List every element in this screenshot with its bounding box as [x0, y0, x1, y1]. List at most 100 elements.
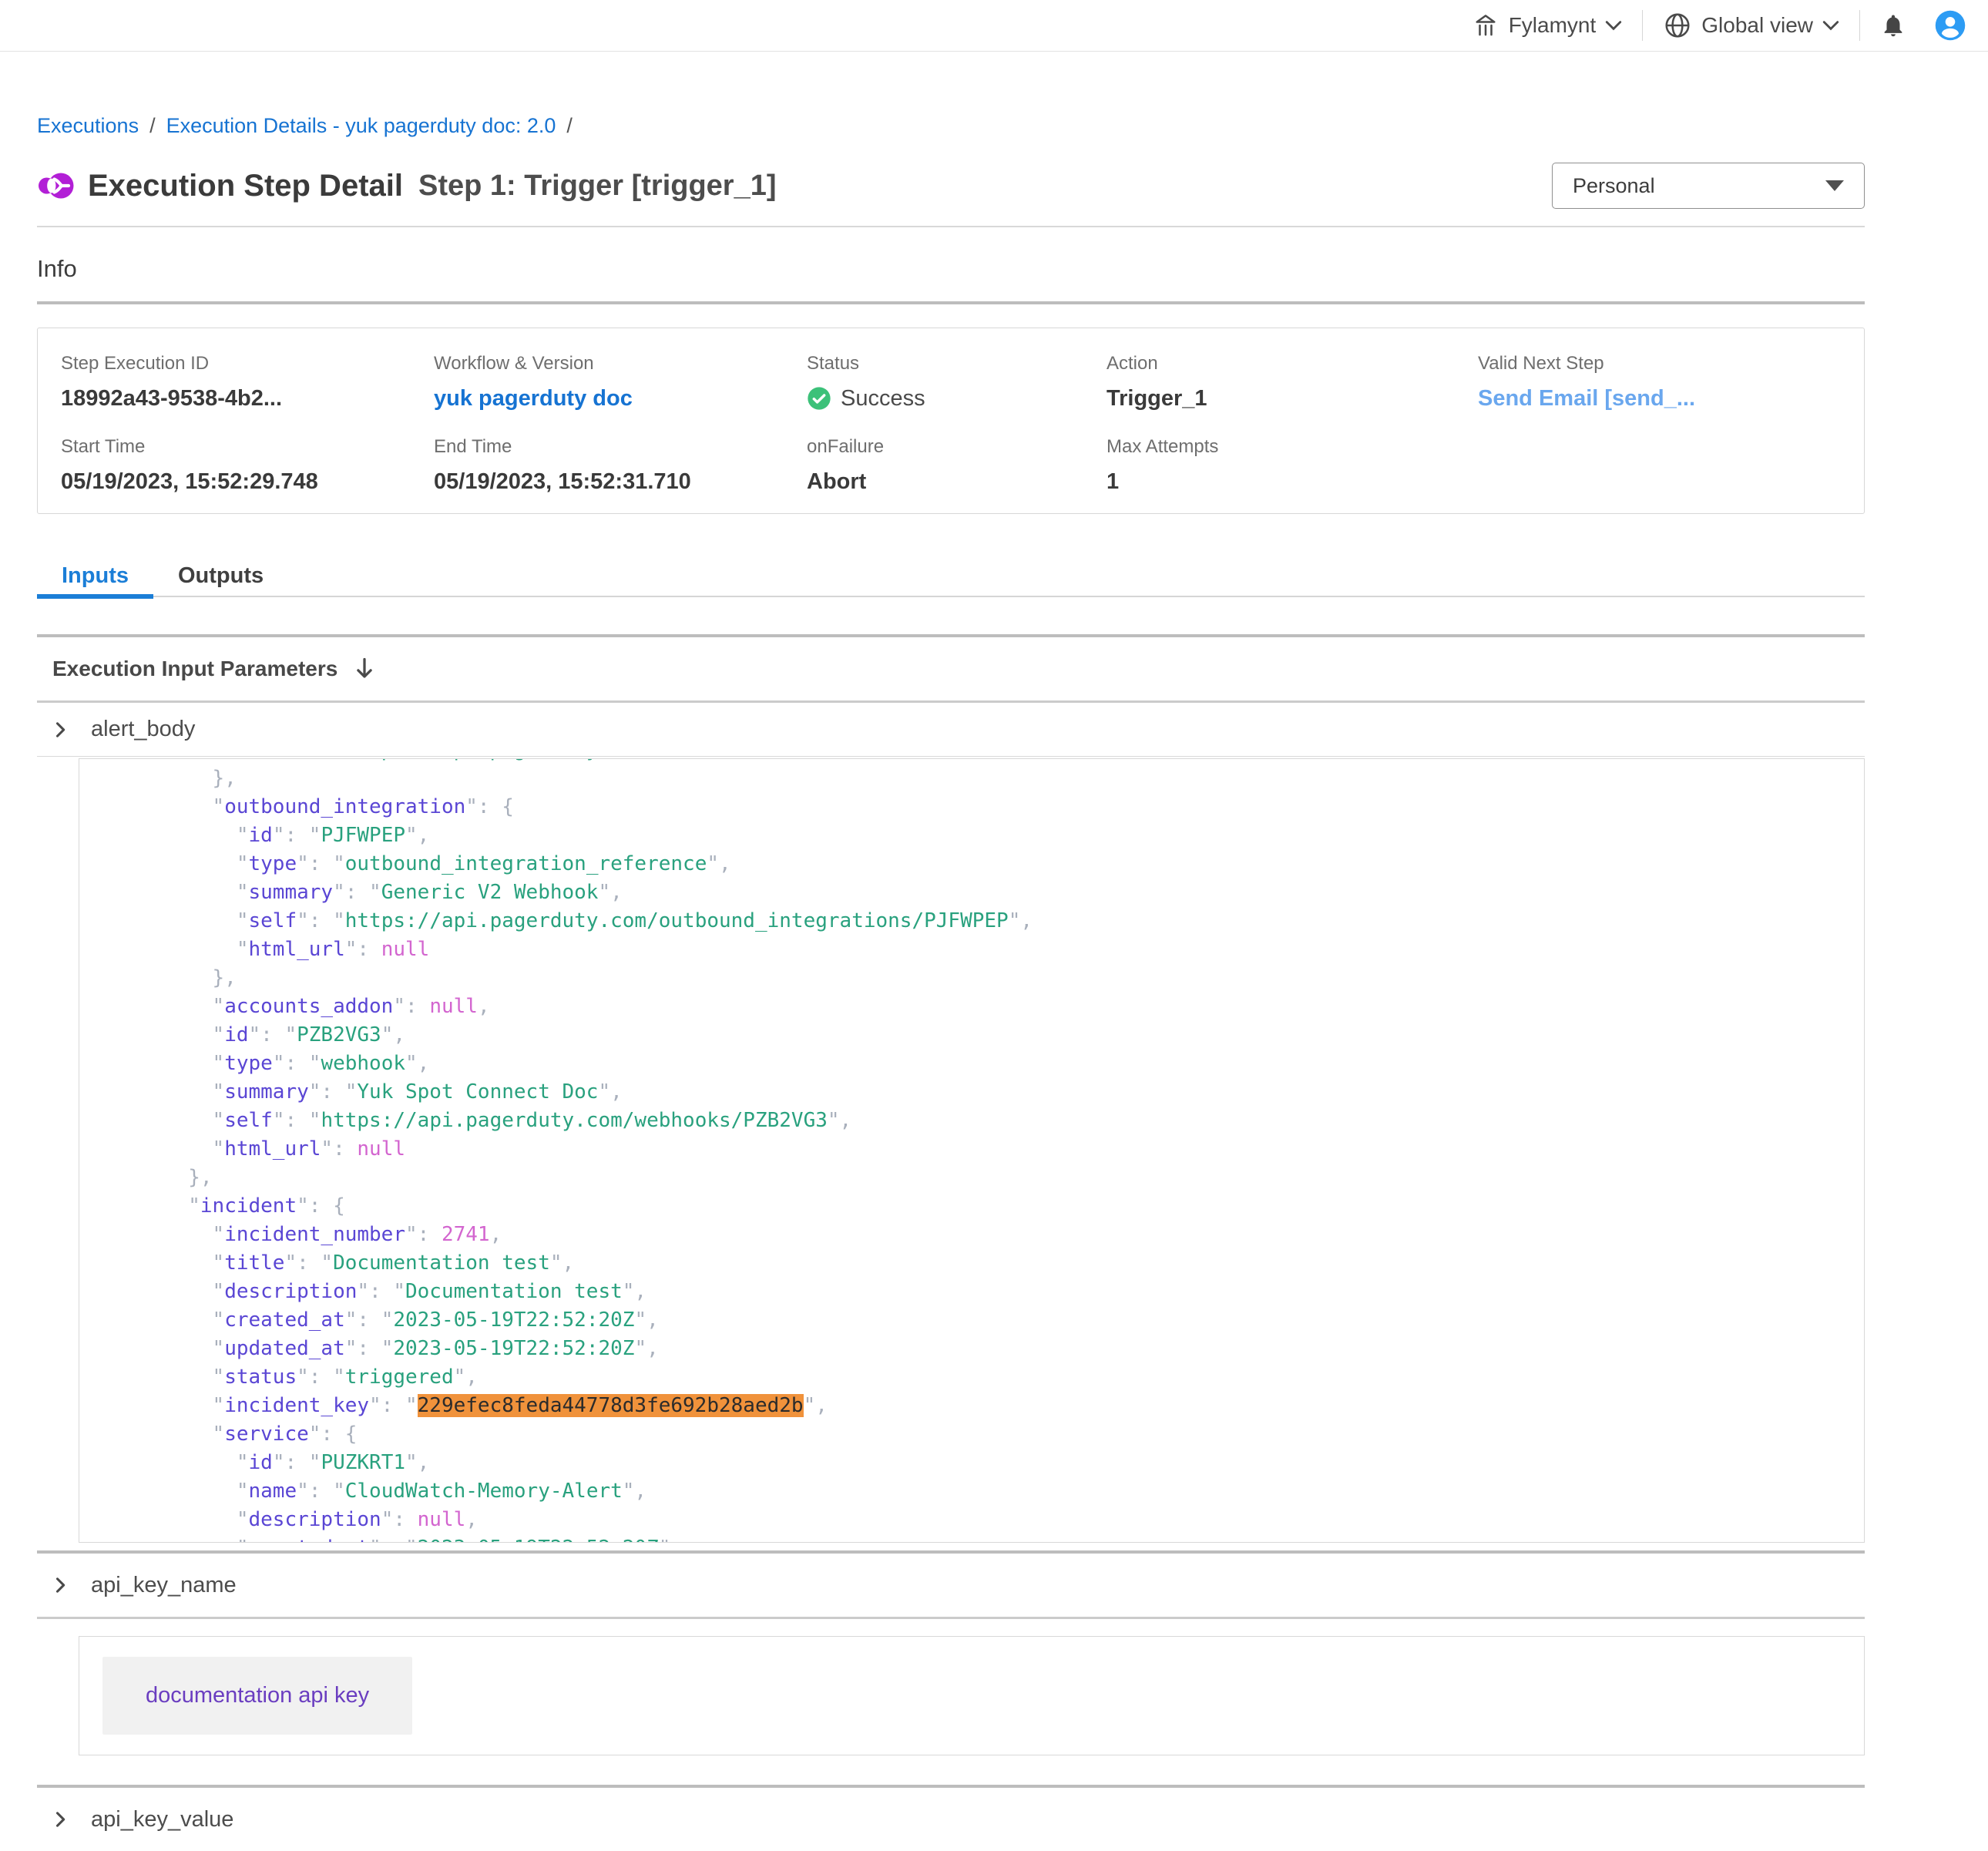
param-row-alert-body[interactable]: alert_body: [37, 703, 1865, 757]
tab-inputs[interactable]: Inputs: [37, 556, 153, 596]
param-name: api_key_name: [91, 1573, 237, 1598]
code-line: "id": "PJFWPEP",: [92, 821, 1864, 850]
param-name: alert_body: [91, 717, 195, 742]
tab-outputs[interactable]: Outputs: [153, 556, 288, 596]
org-switcher[interactable]: Fylamynt: [1472, 12, 1623, 39]
view-label: Global view: [1701, 13, 1813, 38]
bank-icon: [1472, 12, 1499, 39]
param-row-api-key-value[interactable]: api_key_value: [37, 1788, 1865, 1851]
info-divider: [37, 301, 1865, 304]
topbar-divider: [1642, 10, 1643, 41]
chevron-right-icon: [49, 1574, 71, 1596]
workflow-logo-icon: [37, 167, 74, 204]
chevron-down-icon: [1605, 20, 1622, 31]
tab-bar: Inputs Outputs: [37, 556, 1865, 597]
field-label: Status: [807, 353, 1106, 375]
field-value: 1: [1106, 469, 1478, 495]
info-card: Step Execution ID 18992a43-9538-4b2... W…: [37, 328, 1865, 514]
code-block[interactable]: "self": "https://api.pagerduty.com/servi…: [79, 758, 1865, 1543]
breadcrumb-separator: /: [566, 113, 573, 138]
topbar-divider: [1859, 10, 1860, 41]
success-check-icon: [807, 386, 831, 411]
workflow-link[interactable]: yuk pagerduty doc: [434, 386, 633, 411]
page-subtitle: Step 1: Trigger [trigger_1]: [418, 170, 777, 203]
api-key-chip: documentation api key: [102, 1657, 412, 1735]
code-line: "id": "PZB2VG3",: [92, 1021, 1864, 1050]
section-divider: [37, 1617, 1865, 1619]
page-header: Execution Step Detail Step 1: Trigger [t…: [37, 161, 1865, 210]
field-label: onFailure: [807, 436, 1106, 458]
param-name: api_key_value: [91, 1807, 233, 1833]
title-divider: [37, 226, 1865, 227]
info-field-start-time: Start Time 05/19/2023, 15:52:29.748: [61, 436, 434, 495]
breadcrumb-link-executions[interactable]: Executions: [37, 113, 139, 138]
info-field-step-execution-id: Step Execution ID 18992a43-9538-4b2...: [61, 353, 434, 412]
breadcrumb: Executions / Execution Details - yuk pag…: [37, 113, 1865, 138]
code-line: "self": "https://api.pagerduty.com/servi…: [92, 758, 1864, 764]
org-label: Fylamynt: [1509, 13, 1597, 38]
code-line: "type": "outbound_integration_reference"…: [92, 850, 1864, 878]
code-line: "incident_number": 2741,: [92, 1221, 1864, 1249]
globe-icon: [1663, 11, 1692, 40]
status-badge: Success: [841, 385, 925, 412]
code-line: "description": null,: [92, 1506, 1864, 1534]
code-line: "outbound_integration": {: [92, 793, 1864, 821]
scope-select[interactable]: Personal: [1552, 163, 1865, 209]
chevron-right-icon: [49, 719, 71, 741]
code-line: },: [92, 964, 1864, 993]
breadcrumb-link-execution-details[interactable]: Execution Details - yuk pagerduty doc: 2…: [166, 113, 556, 138]
field-value: 05/19/2023, 15:52:29.748: [61, 469, 434, 495]
params-heading: Execution Input Parameters: [52, 657, 337, 681]
code-line: "description": "Documentation test",: [92, 1278, 1864, 1306]
code-line: },: [92, 1164, 1864, 1192]
field-label: Step Execution ID: [61, 353, 434, 375]
info-field-action: Action Trigger_1: [1106, 353, 1478, 412]
code-line: "created_at": "2023-05-19T22:52:20Z",: [92, 1534, 1864, 1543]
info-field-max-attempts: Max Attempts 1: [1106, 436, 1478, 495]
info-field-onfailure: onFailure Abort: [807, 436, 1106, 495]
code-line: "type": "webhook",: [92, 1050, 1864, 1078]
info-field-status: Status Success: [807, 353, 1106, 412]
json-viewer: "self": "https://api.pagerduty.com/servi…: [79, 758, 1864, 1543]
code-line: "status": "triggered",: [92, 1363, 1864, 1392]
code-line: "self": "https://api.pagerduty.com/webho…: [92, 1107, 1864, 1135]
view-switcher[interactable]: Global view: [1663, 11, 1839, 40]
code-line: "title": "Documentation test",: [92, 1249, 1864, 1278]
scope-select-value: Personal: [1573, 174, 1655, 198]
param-row-api-key-name[interactable]: api_key_name: [37, 1554, 1865, 1617]
next-step-link[interactable]: Send Email [send_...: [1478, 386, 1695, 411]
code-line: "created_at": "2023-05-19T22:52:20Z",: [92, 1306, 1864, 1335]
field-value: Abort: [807, 469, 1106, 495]
code-line: "updated_at": "2023-05-19T22:52:20Z",: [92, 1335, 1864, 1363]
code-line: },: [92, 764, 1864, 793]
field-label: Max Attempts: [1106, 436, 1478, 458]
info-field-valid-next-step: Valid Next Step Send Email [send_...: [1478, 353, 1841, 412]
field-value: 05/19/2023, 15:52:31.710: [434, 469, 807, 495]
field-label: End Time: [434, 436, 807, 458]
code-line: "summary": "Yuk Spot Connect Doc",: [92, 1078, 1864, 1107]
code-line: "name": "CloudWatch-Memory-Alert",: [92, 1477, 1864, 1506]
field-label: Workflow & Version: [434, 353, 807, 375]
field-label: Start Time: [61, 436, 434, 458]
code-line: "accounts_addon": null,: [92, 993, 1864, 1021]
field-label: Action: [1106, 353, 1478, 375]
arrow-down-icon[interactable]: [353, 656, 376, 682]
code-line: "summary": "Generic V2 Webhook",: [92, 878, 1864, 907]
code-line: "service": {: [92, 1420, 1864, 1449]
code-line: "incident_key": "229efec8feda44778d3fe69…: [92, 1392, 1864, 1420]
code-line: "id": "PUZKRT1",: [92, 1449, 1864, 1477]
page-title: Execution Step Detail: [88, 169, 403, 203]
user-avatar[interactable]: [1934, 9, 1966, 42]
breadcrumb-separator: /: [149, 113, 156, 138]
info-heading: Info: [37, 255, 1865, 283]
topbar: Fylamynt Global view: [0, 0, 1988, 52]
code-line: "self": "https://api.pagerduty.com/outbo…: [92, 907, 1864, 936]
code-line: "html_url": null: [92, 936, 1864, 964]
code-line: "html_url": null: [92, 1135, 1864, 1164]
select-arrow-icon: [1825, 180, 1844, 191]
notifications-bell-icon[interactable]: [1880, 12, 1906, 39]
api-key-name-value-box: documentation api key: [79, 1636, 1865, 1755]
code-line: "incident": {: [92, 1192, 1864, 1221]
field-label: Valid Next Step: [1478, 353, 1841, 375]
field-value: Trigger_1: [1106, 385, 1478, 412]
